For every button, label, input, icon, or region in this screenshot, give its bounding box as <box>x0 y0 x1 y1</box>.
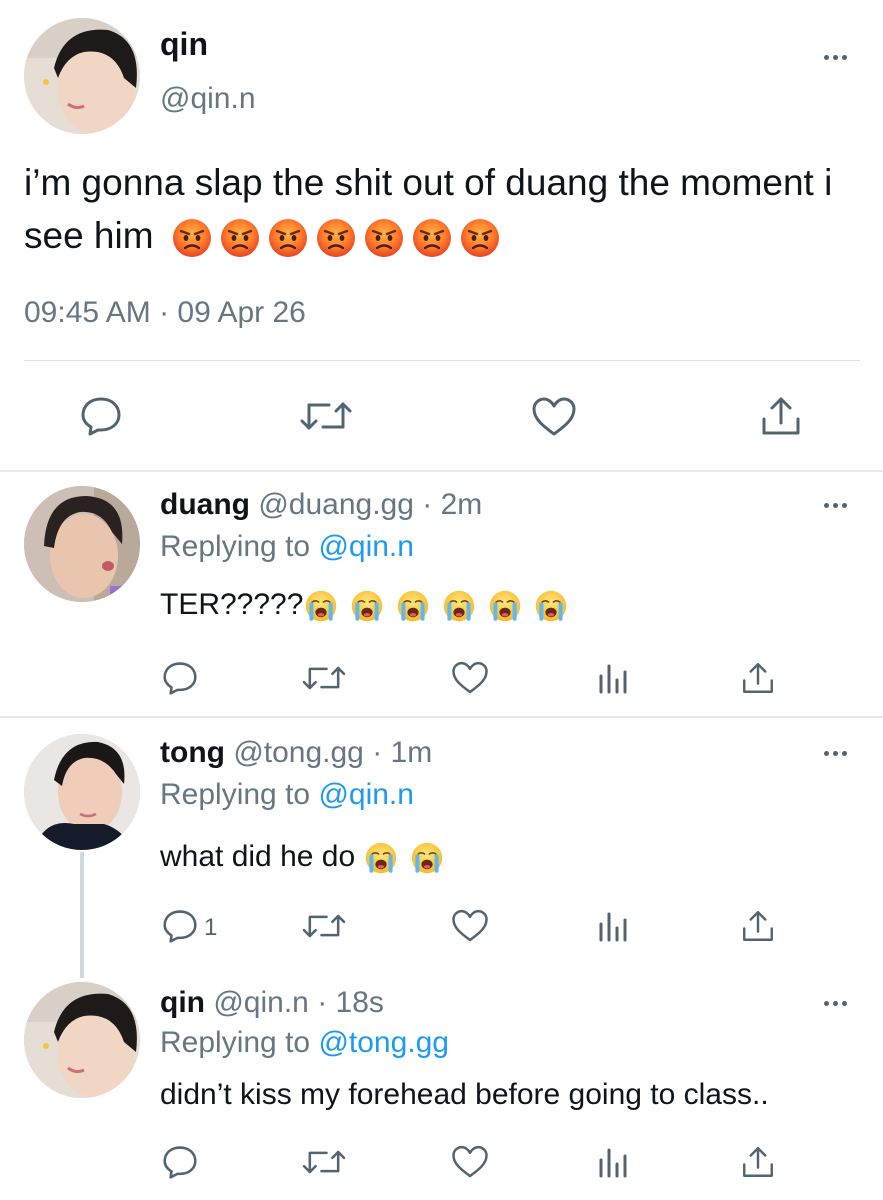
replying-to: Replying to @tong.gg <box>160 1026 449 1060</box>
pouting-face-emoji <box>316 218 356 258</box>
reply-time[interactable]: 18s <box>336 986 384 1019</box>
like-icon[interactable] <box>450 908 490 944</box>
analytics-icon[interactable] <box>596 908 630 944</box>
reply-time[interactable]: 2m <box>441 488 483 521</box>
loudly-crying-face-emoji <box>365 842 397 874</box>
reply-time[interactable]: 1m <box>391 736 433 769</box>
avatar[interactable] <box>24 18 140 134</box>
analytics-icon[interactable] <box>596 1144 630 1180</box>
author-name[interactable]: qin <box>160 26 208 63</box>
retweet-icon[interactable] <box>298 396 354 436</box>
loudly-crying-face-emoji <box>305 590 337 622</box>
pouting-face-emoji <box>220 218 260 258</box>
reply-text: TER????? <box>160 588 567 622</box>
author-name[interactable]: duang <box>160 488 250 521</box>
divider <box>0 470 883 472</box>
avatar[interactable] <box>24 982 140 1098</box>
divider <box>24 360 860 361</box>
share-icon[interactable] <box>740 660 776 696</box>
author-handle[interactable]: @tong.gg <box>233 736 364 769</box>
replying-to-label: Replying to <box>160 1026 311 1059</box>
reply-text-body: what did he do <box>160 840 356 873</box>
replying-to: Replying to @qin.n <box>160 778 414 812</box>
divider <box>0 716 883 718</box>
pouting-face-emoji <box>364 218 404 258</box>
replying-to-handle[interactable]: @tong.gg <box>318 1026 449 1059</box>
replying-to-label: Replying to <box>160 530 311 563</box>
analytics-icon[interactable] <box>596 660 630 696</box>
reply-text: didn’t kiss my forehead before going to … <box>160 1078 769 1112</box>
retweet-icon[interactable] <box>300 910 348 942</box>
more-options-icon[interactable] <box>818 746 852 760</box>
author-handle[interactable]: @qin.n <box>160 82 256 116</box>
reply-icon[interactable] <box>160 908 200 944</box>
share-icon[interactable] <box>740 908 776 944</box>
reply-icon[interactable] <box>160 1144 200 1180</box>
replying-to-handle[interactable]: @qin.n <box>318 778 414 811</box>
replying-to-handle[interactable]: @qin.n <box>318 530 414 563</box>
replying-to-label: Replying to <box>160 778 311 811</box>
separator-dot: · <box>317 986 328 1019</box>
tweet-text: i’m gonna slap the shit out of duang the… <box>24 156 854 262</box>
loudly-crying-face-emoji <box>351 590 383 622</box>
share-icon[interactable] <box>740 1144 776 1180</box>
reply-text-body: didn’t kiss my forehead before going to … <box>160 1078 769 1111</box>
pouting-face-emoji <box>412 218 452 258</box>
share-icon[interactable] <box>758 394 804 438</box>
like-icon[interactable] <box>530 396 578 438</box>
author-handle[interactable]: @qin.n <box>213 986 309 1019</box>
author-handle[interactable]: @duang.gg <box>258 488 414 521</box>
reply-header: qin @qin.n · 18s <box>160 986 384 1020</box>
reply-icon[interactable] <box>160 660 200 696</box>
retweet-icon[interactable] <box>300 1146 348 1178</box>
separator-dot: · <box>422 488 433 521</box>
retweet-icon[interactable] <box>300 662 348 694</box>
thread-connector <box>80 852 84 978</box>
loudly-crying-face-emoji <box>489 590 521 622</box>
reply-icon[interactable] <box>78 394 124 438</box>
loudly-crying-face-emoji <box>535 590 567 622</box>
replying-to: Replying to @qin.n <box>160 530 414 564</box>
reply-header: duang @duang.gg · 2m <box>160 488 482 522</box>
reply-header: tong @tong.gg · 1m <box>160 736 432 770</box>
avatar[interactable] <box>24 486 140 602</box>
pouting-face-emoji <box>268 218 308 258</box>
loudly-crying-face-emoji <box>397 590 429 622</box>
author-name[interactable]: tong <box>160 736 225 769</box>
separator-dot: · <box>372 736 383 769</box>
author-name[interactable]: qin <box>160 986 205 1019</box>
reply-text: what did he do <box>160 840 443 874</box>
emoji-row <box>164 215 500 256</box>
more-options-icon[interactable] <box>818 498 852 512</box>
pouting-face-emoji <box>172 218 212 258</box>
loudly-crying-face-emoji <box>443 590 475 622</box>
tweet-timestamp[interactable]: 09:45 AM · 09 Apr 26 <box>24 296 306 330</box>
reply-text-body: TER????? <box>160 588 304 621</box>
more-options-icon[interactable] <box>818 50 852 64</box>
reply-count: 1 <box>204 914 218 941</box>
like-icon[interactable] <box>450 1144 490 1180</box>
pouting-face-emoji <box>460 218 500 258</box>
like-icon[interactable] <box>450 660 490 696</box>
avatar[interactable] <box>24 734 140 850</box>
more-options-icon[interactable] <box>818 996 852 1010</box>
loudly-crying-face-emoji <box>411 842 443 874</box>
